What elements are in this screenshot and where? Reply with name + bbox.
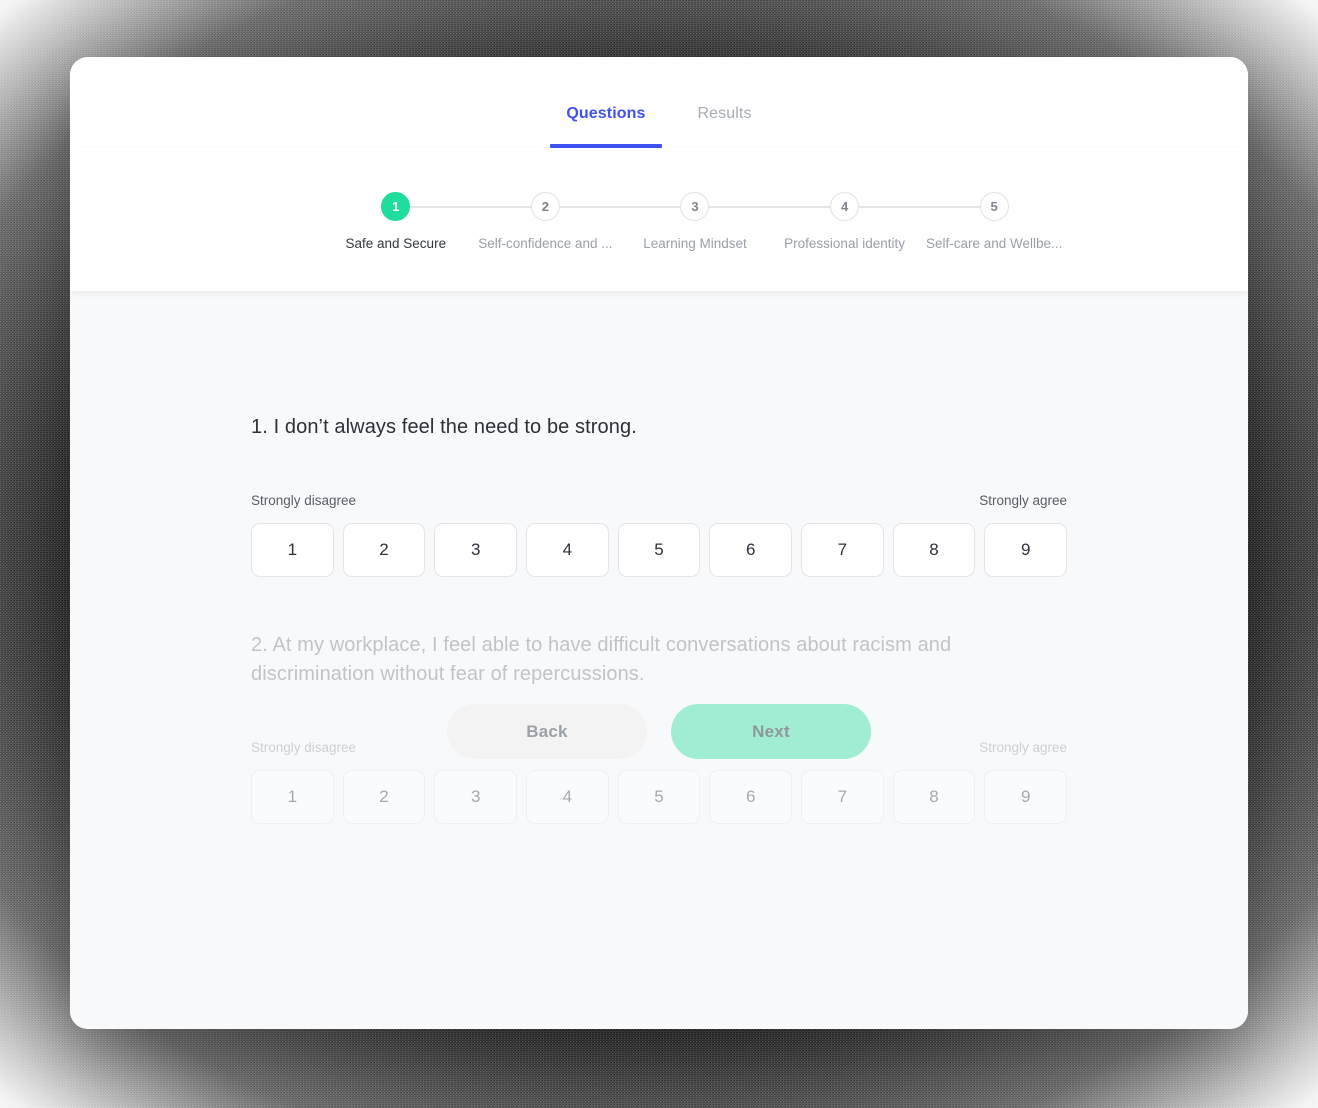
question-2-text: 2. At my workplace, I feel able to have … — [251, 631, 1067, 689]
stepper-connector-3 — [694, 206, 845, 208]
stepper-step-1-number: 1 — [381, 192, 411, 221]
navigation-buttons: Back Next — [251, 704, 1067, 759]
stepper-connector-2 — [545, 206, 695, 208]
stepper-connector-4 — [844, 206, 995, 208]
stepper-step-5[interactable]: 5 Self-care and Wellbe... — [919, 192, 1069, 251]
stepper-step-2-label: Self-confidence and ... — [478, 236, 613, 251]
question-2-option-6[interactable]: 6 — [709, 769, 793, 824]
question-1-high-label: Strongly agree — [979, 493, 1067, 508]
next-button[interactable]: Next — [671, 704, 871, 759]
stepper-step-4[interactable]: 4 Professional identity — [770, 192, 995, 251]
questionnaire-body: 1. I don’t always feel the need to be st… — [70, 291, 1248, 1029]
question-2-option-7[interactable]: 7 — [801, 769, 884, 824]
question-1-option-7[interactable]: 7 — [801, 522, 884, 577]
question-2-number: 2. — [251, 634, 268, 656]
question-2-option-5[interactable]: 5 — [617, 769, 701, 824]
tab-questions-label: Questions — [566, 105, 646, 122]
stepper-band: 1 Safe and Secure 2 Self-confidence and … — [70, 148, 1248, 291]
question-2-option-8[interactable]: 8 — [892, 769, 976, 824]
question-2-option-4[interactable]: 4 — [526, 769, 609, 824]
stepper-step-2[interactable]: 2 Self-confidence and ... — [471, 192, 695, 251]
stepper-step-3-number: 3 — [680, 192, 710, 221]
tab-results[interactable]: Results — [694, 106, 756, 148]
question-2-option-1[interactable]: 1 — [251, 769, 334, 824]
stepper-step-5-number: 5 — [979, 192, 1009, 221]
tab-questions[interactable]: Questions — [550, 105, 662, 148]
question-2-option-9[interactable]: 9 — [984, 769, 1068, 824]
stepper-step-2-number: 2 — [530, 192, 560, 221]
question-2-option-3[interactable]: 3 — [434, 769, 518, 824]
question-1: 1. I don’t always feel the need to be st… — [251, 413, 1068, 577]
app-window: Questions Results 1 Safe and Secure 2 Se… — [70, 57, 1248, 1029]
question-1-option-3[interactable]: 3 — [434, 522, 518, 577]
question-1-text: 1. I don’t always feel the need to be st… — [251, 413, 1067, 442]
question-1-body: I don’t always feel the need to be stron… — [273, 416, 637, 438]
stepper-step-1[interactable]: 1 Safe and Secure — [321, 192, 546, 251]
question-1-scale-labels: Strongly disagree Strongly agree — [251, 494, 1067, 508]
question-1-low-label: Strongly disagree — [251, 493, 357, 508]
question-1-option-4[interactable]: 4 — [526, 522, 609, 577]
stepper-step-4-number: 4 — [830, 192, 860, 221]
progress-stepper: 1 Safe and Secure 2 Self-confidence and … — [321, 192, 1069, 251]
question-1-option-5[interactable]: 5 — [617, 522, 701, 577]
question-2-option-2[interactable]: 2 — [342, 769, 426, 824]
tab-bar: Questions Results — [70, 57, 1248, 148]
stepper-step-5-label: Self-care and Wellbe... — [926, 236, 1063, 251]
question-2-body: At my workplace, I feel able to have dif… — [251, 634, 952, 685]
stepper-step-3[interactable]: 3 Learning Mindset — [620, 192, 845, 251]
question-1-option-6[interactable]: 6 — [709, 522, 793, 577]
question-1-number: 1. — [251, 416, 268, 438]
back-button[interactable]: Back — [447, 704, 647, 759]
question-1-option-8[interactable]: 8 — [892, 522, 976, 577]
question-1-option-2[interactable]: 2 — [342, 522, 426, 577]
stepper-step-4-label: Professional identity — [784, 236, 905, 251]
stepper-connector-1 — [395, 206, 546, 208]
question-2-scale: 1 2 3 4 5 6 7 8 9 — [251, 769, 1068, 824]
stepper-step-3-label: Learning Mindset — [643, 236, 747, 251]
tab-results-label: Results — [697, 105, 752, 122]
stepper-step-1-label: Safe and Secure — [345, 236, 447, 251]
question-1-option-9[interactable]: 9 — [984, 522, 1068, 577]
question-1-option-1[interactable]: 1 — [251, 522, 334, 577]
question-1-scale: 1 2 3 4 5 6 7 8 9 — [251, 522, 1068, 577]
